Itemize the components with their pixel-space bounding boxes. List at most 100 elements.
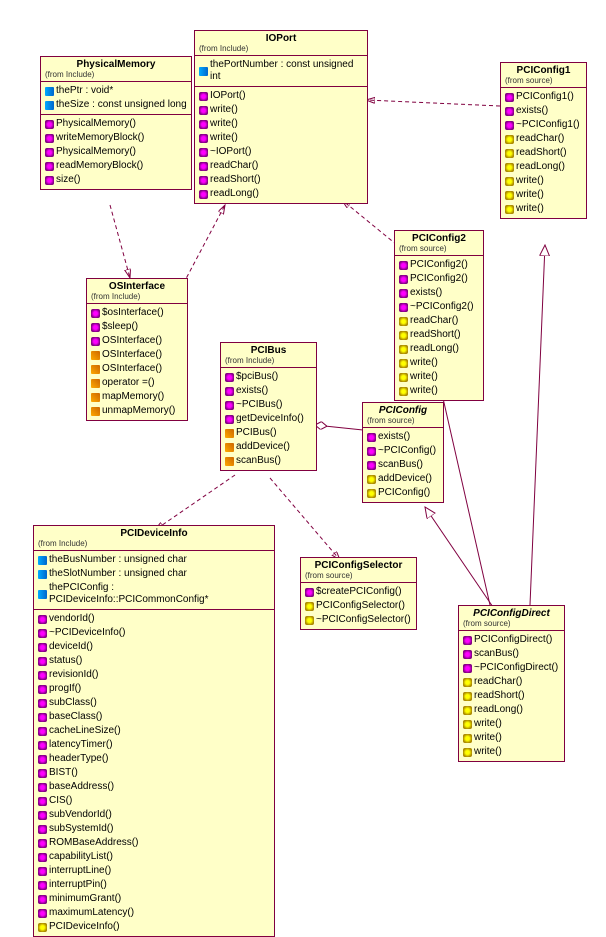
op-text: ROMBaseAddress() — [49, 837, 138, 849]
visibility-icon — [38, 755, 47, 764]
class-operation: readShort() — [399, 328, 479, 342]
class-operation: addDevice() — [225, 440, 312, 454]
op-text: write() — [474, 718, 502, 730]
op-text: PCIConfigDirect() — [474, 634, 552, 646]
visibility-icon — [45, 120, 54, 129]
class-operation: OSInterface() — [91, 334, 183, 348]
op-text: subVendorId() — [49, 809, 112, 821]
class-from: (from source) — [505, 76, 582, 85]
visibility-icon — [91, 379, 100, 388]
class-operation: exists() — [505, 104, 582, 118]
class-operation: minimumGrant() — [38, 892, 270, 906]
op-text: addDevice() — [378, 473, 432, 485]
class-operation: write() — [505, 202, 582, 216]
op-text: write() — [516, 175, 544, 187]
class-operation: BIST() — [38, 766, 270, 780]
class-title: PCIConfig — [367, 405, 439, 416]
visibility-icon — [399, 345, 408, 354]
attr-text: thePtr : void* — [56, 85, 113, 97]
class-operation: operator =() — [91, 376, 183, 390]
op-text: readShort() — [474, 690, 525, 702]
op-text: ~PCIConfig2() — [410, 301, 474, 313]
class-operation: scanBus() — [225, 454, 312, 468]
op-text: status() — [49, 655, 82, 667]
op-text: write() — [474, 746, 502, 758]
class-title: PCIConfigDirect — [463, 608, 560, 619]
class-operation: write() — [463, 731, 560, 745]
op-text: writeMemoryBlock() — [56, 132, 144, 144]
visibility-icon — [463, 734, 472, 743]
visibility-icon — [91, 393, 100, 402]
class-operation: latencyTimer() — [38, 738, 270, 752]
class-operation: ROMBaseAddress() — [38, 836, 270, 850]
op-text: progIf() — [49, 683, 81, 695]
op-text: PCIBus() — [236, 427, 277, 439]
class-operation: write() — [399, 356, 479, 370]
visibility-icon — [199, 134, 208, 143]
visibility-icon — [38, 570, 47, 579]
class-operation: PhysicalMemory() — [45, 145, 187, 159]
visibility-icon — [38, 629, 47, 638]
class-operation: addDevice() — [367, 472, 439, 486]
op-text: exists() — [410, 287, 442, 299]
class-operation: exists() — [225, 384, 312, 398]
op-text: readMemoryBlock() — [56, 160, 143, 172]
visibility-icon — [45, 162, 54, 171]
op-text: baseAddress() — [49, 781, 114, 793]
op-text: deviceId() — [49, 641, 93, 653]
class-operation: write() — [199, 131, 363, 145]
visibility-icon — [45, 176, 54, 185]
op-text: ~PCIConfigSelector() — [316, 614, 411, 626]
visibility-icon — [38, 741, 47, 750]
class-title: PCIConfig2 — [399, 233, 479, 244]
visibility-icon — [463, 706, 472, 715]
visibility-icon — [38, 895, 47, 904]
class-attribute: thePCIConfig : PCIDeviceInfo::PCICommonC… — [38, 581, 270, 607]
visibility-icon — [399, 261, 408, 270]
visibility-icon — [505, 149, 514, 158]
class-operation: progIf() — [38, 682, 270, 696]
attr-text: theSlotNumber : unsigned char — [49, 568, 187, 580]
class-operation: PCIConfig() — [367, 486, 439, 500]
class-operation: ~PCIConfig() — [367, 444, 439, 458]
op-text: ~PCIConfig() — [378, 445, 436, 457]
class-from: (from Include) — [199, 44, 363, 53]
visibility-icon — [38, 643, 47, 652]
visibility-icon — [505, 121, 514, 130]
visibility-icon — [199, 106, 208, 115]
class-physicalmemory: PhysicalMemory(from Include)thePtr : voi… — [40, 56, 192, 190]
op-text: readLong() — [516, 161, 565, 173]
class-pciconfigselector: PCIConfigSelector(from source)$createPCI… — [300, 557, 417, 630]
visibility-icon — [38, 797, 47, 806]
op-text: unmapMemory() — [102, 405, 175, 417]
class-operation: OSInterface() — [91, 348, 183, 362]
class-operation: status() — [38, 654, 270, 668]
op-text: ~PCIDeviceInfo() — [49, 627, 125, 639]
visibility-icon — [38, 657, 47, 666]
visibility-icon — [367, 447, 376, 456]
op-text: readShort() — [410, 329, 461, 341]
visibility-icon — [399, 331, 408, 340]
op-text: readChar() — [210, 160, 258, 172]
class-operation: ~PCIConfig1() — [505, 118, 582, 132]
visibility-icon — [45, 101, 54, 110]
visibility-icon — [199, 92, 208, 101]
visibility-icon — [38, 769, 47, 778]
visibility-icon — [38, 590, 47, 599]
class-attribute: thePortNumber : const unsigned int — [199, 58, 363, 84]
class-title: PCIDeviceInfo — [38, 528, 270, 539]
op-text: subSystemId() — [49, 823, 113, 835]
visibility-icon — [399, 373, 408, 382]
op-text: readChar() — [474, 676, 522, 688]
visibility-icon — [91, 365, 100, 374]
class-operation: getDeviceInfo() — [225, 412, 312, 426]
op-text: write() — [410, 385, 438, 397]
class-operation: OSInterface() — [91, 362, 183, 376]
class-operation: PCIBus() — [225, 426, 312, 440]
class-operation: headerType() — [38, 752, 270, 766]
op-text: maximumLatency() — [49, 907, 134, 919]
class-operation: readLong() — [199, 187, 363, 201]
visibility-icon — [463, 650, 472, 659]
op-text: PCIDeviceInfo() — [49, 921, 120, 933]
op-text: $createPCIConfig() — [316, 586, 402, 598]
